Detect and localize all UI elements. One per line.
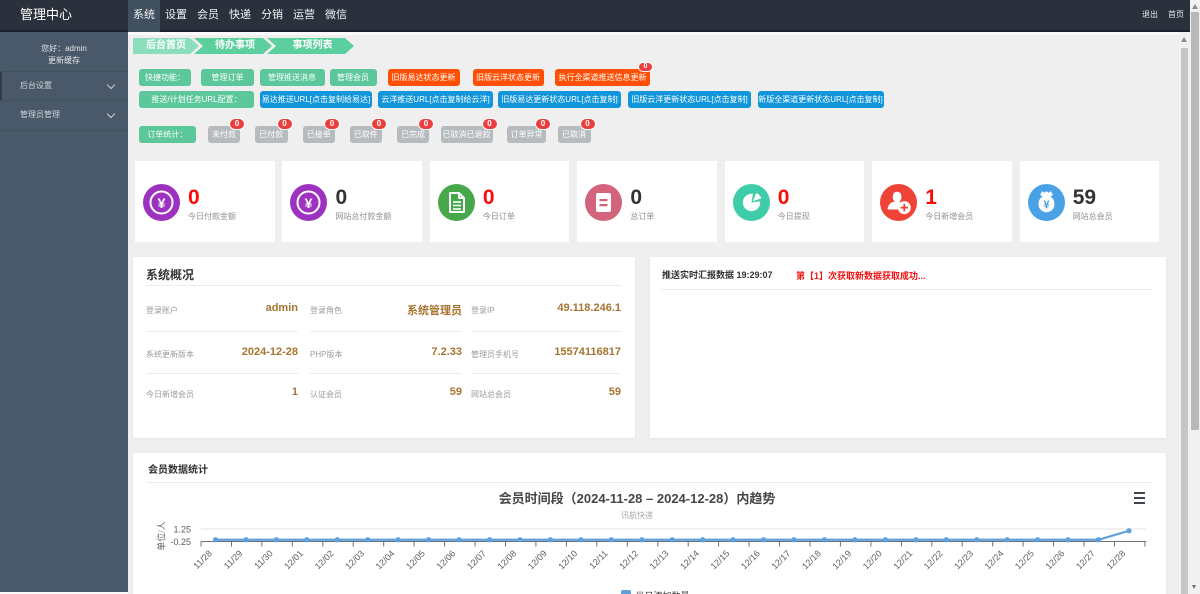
svg-text:¥: ¥ — [158, 195, 166, 211]
svg-text:12/16: 12/16 — [739, 548, 762, 571]
svg-text:-0.25: -0.25 — [170, 537, 191, 547]
svg-text:12/08: 12/08 — [495, 548, 518, 571]
svg-text:12/21: 12/21 — [891, 548, 914, 571]
svg-text:12/12: 12/12 — [617, 548, 640, 571]
svg-text:12/11: 12/11 — [587, 548, 610, 571]
svg-text:12/02: 12/02 — [313, 548, 336, 571]
svg-text:12/14: 12/14 — [678, 548, 701, 571]
svg-text:12/28: 12/28 — [1104, 548, 1127, 571]
svg-text:11/28: 11/28 — [191, 548, 214, 571]
svg-text:12/15: 12/15 — [709, 548, 732, 571]
svg-text:单位/人: 单位/人 — [155, 521, 168, 551]
svg-text:12/13: 12/13 — [648, 548, 671, 571]
svg-text:¥: ¥ — [305, 195, 313, 211]
svg-text:12/27: 12/27 — [1074, 548, 1097, 571]
svg-text:11/29: 11/29 — [222, 548, 245, 571]
svg-text:12/19: 12/19 — [830, 548, 853, 571]
svg-text:12/20: 12/20 — [861, 548, 884, 571]
svg-text:11/30: 11/30 — [252, 548, 275, 571]
svg-text:¥: ¥ — [1043, 197, 1050, 213]
svg-text:12/22: 12/22 — [922, 548, 945, 571]
svg-text:12/26: 12/26 — [1044, 548, 1067, 571]
svg-text:12/23: 12/23 — [952, 548, 975, 571]
svg-text:12/03: 12/03 — [343, 548, 366, 571]
svg-text:12/09: 12/09 — [526, 548, 549, 571]
svg-text:12/25: 12/25 — [1013, 548, 1036, 571]
svg-text:12/04: 12/04 — [374, 548, 397, 571]
svg-text:12/07: 12/07 — [465, 548, 488, 571]
svg-text:12/24: 12/24 — [983, 548, 1006, 571]
svg-text:12/05: 12/05 — [404, 548, 427, 571]
svg-text:12/01: 12/01 — [282, 548, 305, 571]
svg-text:12/10: 12/10 — [556, 548, 579, 571]
svg-text:12/18: 12/18 — [800, 548, 823, 571]
svg-text:12/17: 12/17 — [769, 548, 792, 571]
svg-text:12/06: 12/06 — [435, 548, 458, 571]
svg-text:1.25: 1.25 — [173, 525, 191, 535]
